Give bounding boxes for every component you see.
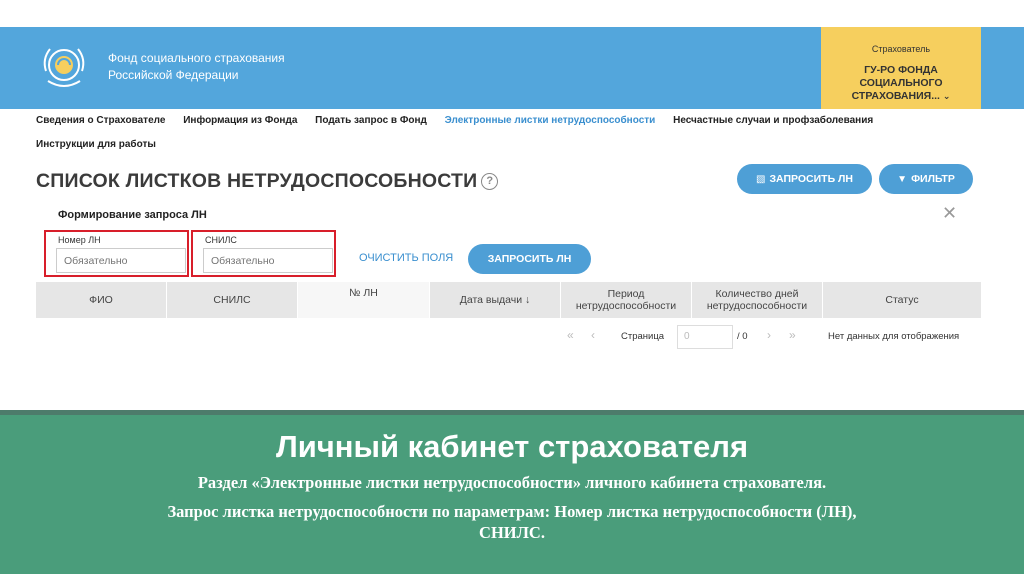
pagination: « ‹ Страница 0 / 0 › » Нет данных для от…	[565, 325, 975, 349]
banner-line-2: Запрос листка нетрудоспособности по пара…	[167, 502, 857, 542]
account-name: ГУ-РО ФОНДА СОЦИАЛЬНОГО СТРАХОВАНИЯ... ⌄	[821, 64, 981, 103]
account-name-text: ГУ-РО ФОНДА СОЦИАЛЬНОГО СТРАХОВАНИЯ...	[851, 64, 943, 102]
column-header-ln-number[interactable]: № ЛН	[298, 282, 430, 318]
request-ln-button-label: ЗАПРОСИТЬ ЛН	[769, 173, 853, 185]
nav-item-instructions[interactable]: Инструкции для работы	[36, 139, 156, 150]
page-title: СПИСОК ЛИСТКОВ НЕТРУДОСПОСОБНОСТИ?	[36, 170, 499, 193]
column-header-fio[interactable]: ФИО	[36, 282, 167, 318]
column-header-snils[interactable]: СНИЛС	[167, 282, 298, 318]
page-label: Страница	[621, 331, 665, 342]
snils-field: СНИЛС	[191, 230, 336, 277]
request-form-title: Формирование запроса ЛН	[58, 209, 207, 221]
filter-button[interactable]: ▼ ФИЛЬТР	[879, 164, 973, 194]
page-title-text: СПИСОК ЛИСТКОВ НЕТРУДОСПОСОБНОСТИ	[36, 170, 478, 192]
org-name-line1: Фонд социального страхования	[108, 51, 285, 65]
page-number-input[interactable]: 0	[677, 325, 733, 349]
column-header-period[interactable]: Период нетрудоспособности	[561, 282, 692, 318]
ln-number-input[interactable]	[56, 248, 186, 273]
account-menu[interactable]: Страхователь ГУ-РО ФОНДА СОЦИАЛЬНОГО СТР…	[821, 27, 981, 109]
banner-line-1: Раздел «Электронные листки нетрудоспособ…	[197, 473, 827, 492]
request-ln-button[interactable]: ▧ ЗАПРОСИТЬ ЛН	[737, 164, 872, 194]
nav-item-fund-info[interactable]: Информация из Фонда	[183, 115, 297, 126]
first-page-icon[interactable]: «	[567, 328, 574, 342]
org-name: Фонд социального страхования Российской …	[108, 50, 285, 84]
banner-heading: Личный кабинет страхователя	[275, 429, 749, 464]
caption-banner: Личный кабинет страхователя Раздел «Элек…	[0, 415, 1024, 574]
org-name-line2: Российской Федерации	[108, 68, 239, 82]
fss-emblem-icon	[43, 48, 85, 87]
document-icon: ▧	[755, 174, 766, 185]
account-role: Страхователь	[871, 44, 931, 54]
close-icon[interactable]: ✕	[942, 203, 957, 224]
snils-input[interactable]	[203, 248, 333, 273]
ln-number-label: Номер ЛН	[58, 235, 101, 245]
submit-request-button[interactable]: ЗАПРОСИТЬ ЛН	[468, 244, 591, 274]
chevron-down-icon: ⌄	[942, 91, 951, 101]
nav-item-insurer-info[interactable]: Сведения о Страхователе	[36, 115, 165, 126]
page-total: / 0	[737, 331, 748, 342]
last-page-icon[interactable]: »	[789, 328, 796, 342]
nav-item-submit-request[interactable]: Подать запрос в Фонд	[315, 115, 427, 126]
snils-label: СНИЛС	[205, 235, 237, 245]
filter-button-label: ФИЛЬТР	[911, 173, 955, 185]
clear-fields-button[interactable]: ОЧИСТИТЬ ПОЛЯ	[359, 252, 453, 264]
nav-row-1: Сведения о Страхователе Информация из Фо…	[36, 115, 888, 126]
nav-item-electronic-sick-leave[interactable]: Электронные листки нетрудоспособности	[445, 115, 656, 126]
nav-item-accidents[interactable]: Несчастные случаи и профзаболевания	[673, 115, 873, 126]
help-icon[interactable]: ?	[481, 173, 499, 190]
filter-icon: ▼	[897, 174, 908, 185]
sick-leave-table-header: ФИО СНИЛС № ЛН Дата выдачи ↓ Период нетр…	[36, 282, 981, 318]
column-header-days-count[interactable]: Количество дней нетрудоспособности	[692, 282, 823, 318]
prev-page-icon[interactable]: ‹	[591, 328, 595, 342]
top-header: Фонд социального страхования Российской …	[0, 27, 1024, 109]
next-page-icon[interactable]: ›	[767, 328, 771, 342]
nav-row-2: Инструкции для работы	[36, 139, 171, 150]
column-header-status[interactable]: Статус	[823, 282, 981, 318]
column-header-issue-date[interactable]: Дата выдачи ↓	[430, 282, 561, 318]
empty-table-message: Нет данных для отображения	[828, 331, 960, 342]
ln-number-field: Номер ЛН	[44, 230, 189, 277]
